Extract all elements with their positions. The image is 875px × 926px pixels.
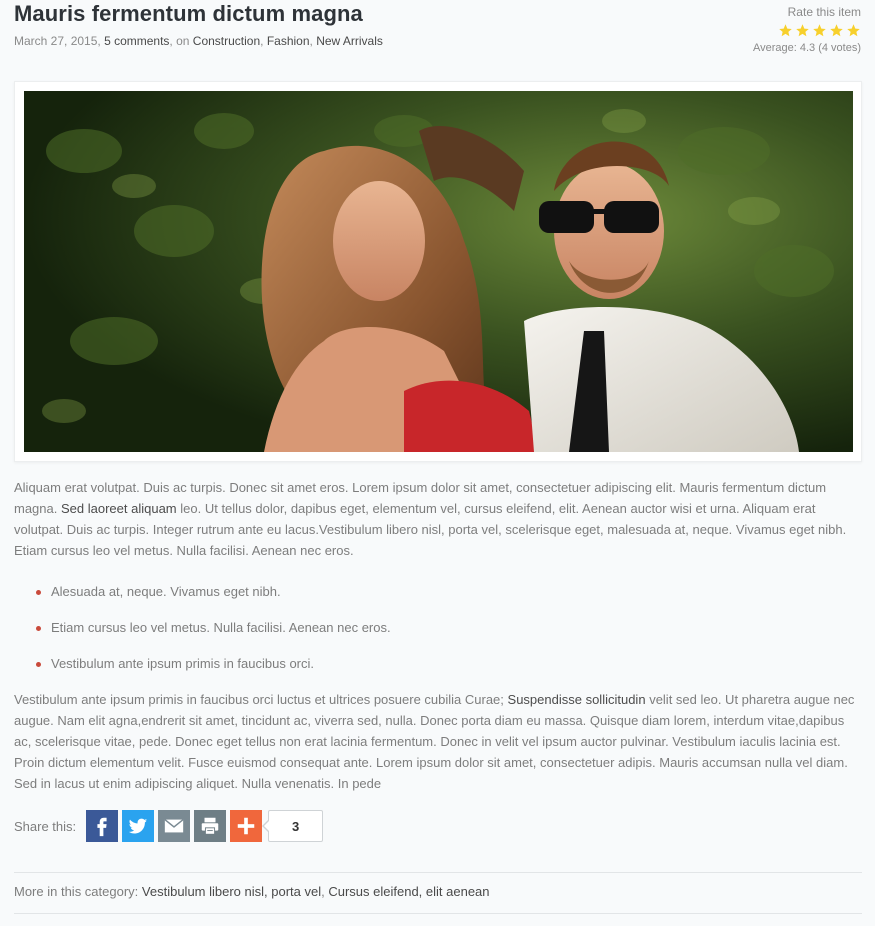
star-icon[interactable] [812, 23, 827, 38]
more-in-category: More in this category: Vestibulum libero… [14, 884, 490, 899]
divider [14, 872, 862, 873]
category-link-construction[interactable]: Construction [193, 34, 260, 48]
share-bar: Share this: 3 [14, 810, 324, 842]
article-title: Mauris fermentum dictum magna [14, 1, 363, 26]
share-label: Share this: [14, 818, 77, 834]
twitter-icon [128, 818, 148, 834]
star-icon[interactable] [795, 23, 810, 38]
bullet-dot-icon [36, 626, 41, 631]
email-share-button[interactable] [158, 810, 191, 842]
facebook-share-button[interactable] [86, 810, 119, 842]
twitter-share-button[interactable] [122, 810, 155, 842]
facebook-icon [97, 817, 107, 837]
article-paragraph-2: Vestibulum ante ipsum primis in faucibus… [14, 692, 855, 791]
share-count-wrapper: 3 [262, 810, 324, 842]
bullet-dot-icon [36, 590, 41, 595]
star-icon[interactable] [778, 23, 793, 38]
list-item: Etiam cursus leo vel metus. Nulla facili… [36, 617, 391, 653]
share-count: 3 [268, 810, 324, 842]
print-share-button[interactable] [194, 810, 227, 842]
list-item: Vestibulum ante ipsum primis in faucibus… [36, 653, 391, 689]
article-image [24, 91, 853, 452]
list-item: Alesuada at, neque. Vivamus eget nibh. [36, 581, 391, 617]
divider [14, 913, 862, 914]
emphasis-text: Sed laoreet aliquam [61, 501, 177, 516]
star-icon[interactable] [829, 23, 844, 38]
rate-label: Rate this item [787, 5, 861, 19]
category-link-fashion[interactable]: Fashion [267, 34, 310, 48]
article-paragraph-1: Aliquam erat volutpat. Duis ac turpis. D… [14, 480, 847, 558]
category-link-new-arrivals[interactable]: New Arrivals [316, 34, 383, 48]
related-link-1[interactable]: Vestibulum libero nisl, porta vel [142, 884, 321, 899]
article-page: Mauris fermentum dictum magna March 27, … [0, 0, 875, 926]
plus-icon [237, 817, 255, 835]
star-icon[interactable] [846, 23, 861, 38]
emphasis-text: Suspendisse sollicitudin [507, 692, 646, 707]
comments-link[interactable]: 5 comments [104, 34, 169, 48]
article-bullet-list: Alesuada at, neque. Vivamus eget nibh. E… [36, 581, 391, 689]
related-link-2[interactable]: Cursus eleifend, elit aenean [328, 884, 489, 899]
article-image-frame [14, 81, 862, 462]
rating-average: Average: 4.3 (4 votes) [752, 42, 861, 54]
article-date: March 27, 2015, [14, 34, 101, 48]
rating-stars [753, 23, 861, 38]
more-share-button[interactable] [230, 810, 263, 842]
print-icon [201, 817, 219, 835]
bullet-dot-icon [36, 662, 41, 667]
more-label: More in this category: [14, 884, 139, 899]
email-icon [164, 819, 184, 833]
rating-widget: Rate this item Average: 4.3 (4 votes) [753, 5, 861, 54]
article-meta: March 27, 2015, 5 comments, on Construct… [14, 34, 383, 48]
on-label: , on [169, 34, 190, 48]
